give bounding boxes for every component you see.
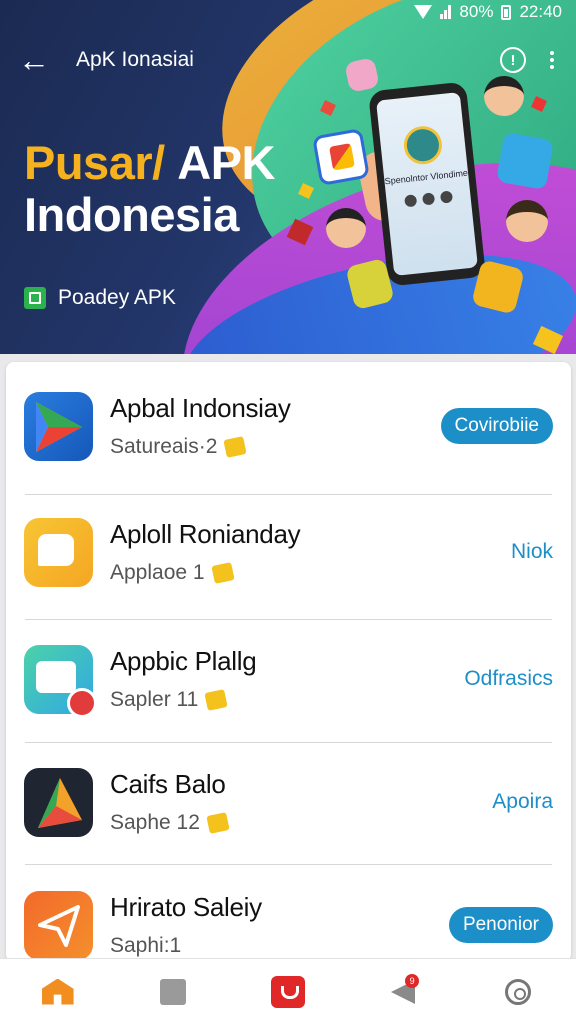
app-bar-title: ApK Ionasiai — [76, 48, 194, 71]
gallery-app-icon — [312, 128, 370, 186]
app-subtitle: Applaoe 1 — [110, 561, 205, 584]
more-vert-icon[interactable] — [546, 47, 558, 73]
app-action-link[interactable]: Odfrasics — [464, 667, 553, 691]
hero-title-line2: Indonesia — [24, 188, 239, 241]
list-item[interactable]: Apbal Indonsiay Satureais·2 Covirobiie — [6, 383, 571, 469]
tools-app-icon — [496, 132, 554, 190]
app-subtitle: Sapler 11 — [110, 688, 199, 711]
battery-percent: 80% — [459, 2, 494, 21]
list-item[interactable]: Hrirato Saleiy Saphi:1 Penonior — [6, 882, 571, 962]
battery-icon — [501, 4, 512, 20]
emoji-icon — [206, 812, 230, 834]
hero-title-part1: Pusar/ — [24, 136, 165, 189]
hero-subtitle: Poadey APK — [24, 286, 176, 310]
divider — [25, 742, 552, 743]
emoji-icon — [210, 562, 235, 584]
globe-icon — [402, 124, 444, 167]
app-action-button[interactable]: Covirobiie — [440, 408, 553, 444]
chat-app-icon — [24, 517, 93, 587]
character-avatar-icon — [506, 200, 548, 242]
apk-badge-icon — [24, 287, 46, 309]
store-icon — [270, 975, 305, 1008]
nav-settings[interactable] — [488, 962, 548, 1022]
divider — [25, 494, 552, 495]
nav-share[interactable]: 9 — [373, 962, 433, 1022]
list-item[interactable]: Caifs Balo Saphe 12 Apoira — [6, 759, 571, 845]
app-bar-actions: ! — [500, 47, 576, 73]
app-subtitle: Saphi:1 — [110, 934, 182, 957]
back-arrow-icon[interactable]: ← — [12, 38, 56, 82]
character-avatar-icon — [484, 76, 524, 116]
phone-screen-text: Spenolntor Vlondime — [384, 167, 469, 187]
app-root: 80% 22:40 ← ApK Ionasiai ! Spenolntor Vl… — [0, 0, 576, 1024]
star-app-icon — [24, 767, 93, 837]
phone-screen: Spenolntor Vlondime — [376, 92, 478, 276]
list-item[interactable]: Aploll Ronianday Applaoe 1 Niok — [6, 509, 571, 595]
shopping-bag-icon — [24, 644, 97, 718]
hero-title-part2: APK — [177, 136, 275, 189]
app-name: Aploll Ronianday — [110, 519, 301, 549]
bottom-navigation: 9 — [0, 958, 576, 1024]
emoji-icon — [204, 689, 228, 711]
square-icon — [159, 978, 186, 1005]
info-icon[interactable]: ! — [500, 47, 526, 73]
divider — [25, 619, 552, 620]
signal-icon — [440, 5, 452, 19]
character-avatar-icon — [326, 208, 366, 248]
notification-badge: 9 — [405, 973, 420, 988]
send-app-icon — [24, 890, 93, 960]
nav-apps[interactable] — [143, 962, 203, 1022]
phone-buttons — [404, 190, 454, 208]
settings-icon — [505, 978, 532, 1005]
nav-store[interactable] — [258, 962, 318, 1022]
app-list: Apbal Indonsiay Satureais·2 Covirobiie A… — [6, 362, 571, 962]
phone-illustration: Spenolntor Vlondime — [368, 81, 486, 287]
status-bar: 80% 22:40 — [400, 0, 576, 24]
emoji-icon — [223, 436, 248, 458]
hero-title: Pusar/ APK Indonesia — [24, 137, 275, 241]
list-item[interactable]: Appbic Plallg Sapler 11 Odfrasics — [6, 636, 571, 722]
clock: 22:40 — [519, 2, 562, 21]
app-action-link[interactable]: Apoira — [492, 790, 553, 814]
play-store-icon — [24, 391, 93, 461]
app-subtitle: Saphe 12 — [110, 811, 200, 834]
top-app-bar: ← ApK Ionasiai ! — [0, 38, 576, 82]
app-subtitle: Satureais·2 — [110, 435, 218, 458]
home-icon — [41, 978, 74, 1005]
hero-banner: 80% 22:40 ← ApK Ionasiai ! Spenolntor Vl… — [0, 0, 576, 354]
app-action-button[interactable]: Penonior — [448, 907, 553, 943]
wifi-icon — [414, 5, 433, 19]
hero-subtitle-text: Poadey APK — [58, 286, 176, 309]
nav-home[interactable] — [28, 962, 88, 1022]
divider — [25, 864, 552, 865]
app-action-link[interactable]: Niok — [511, 540, 553, 564]
